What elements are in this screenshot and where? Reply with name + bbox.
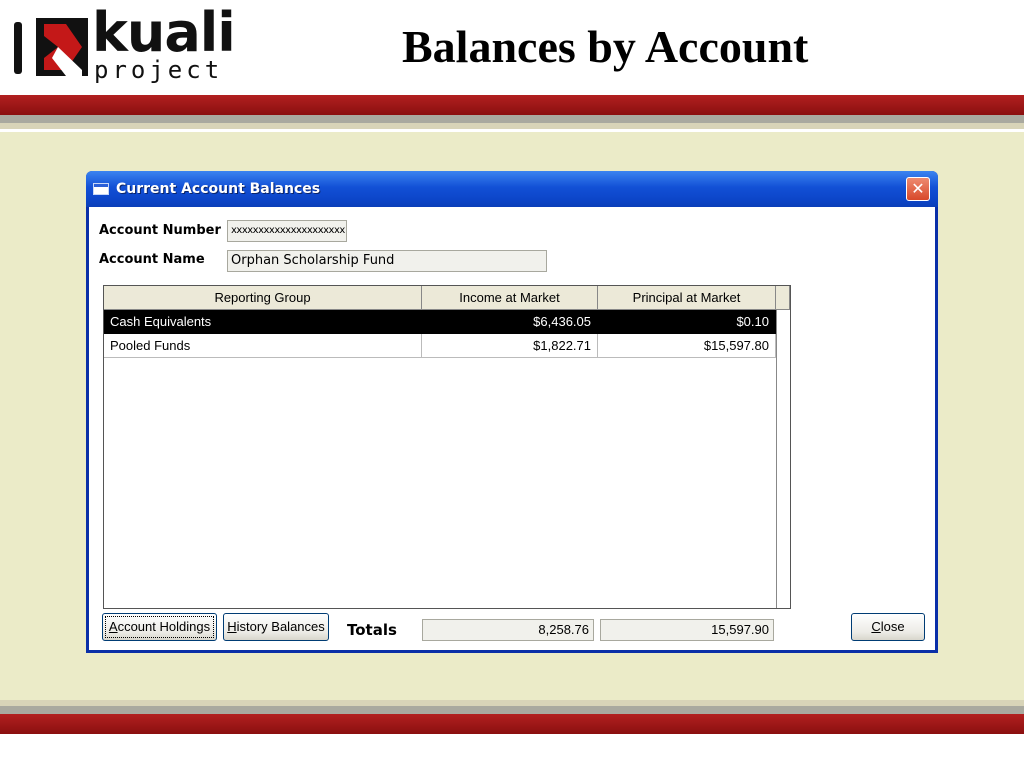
balances-grid: Reporting Group Income at Market Princip… <box>103 285 791 609</box>
account-number-label: Account Number <box>99 223 221 238</box>
history-balances-button[interactable]: History Balances <box>223 613 329 641</box>
close-icon[interactable]: ✕ <box>906 177 930 201</box>
account-balances-window: Current Account Balances ✕ Account Numbe… <box>86 171 938 653</box>
logo-bracket <box>14 22 22 74</box>
column-header-spacer <box>776 286 790 310</box>
column-header-reporting-group[interactable]: Reporting Group <box>104 286 422 310</box>
window-title: Current Account Balances <box>116 181 321 197</box>
history-balances-label: istory Balances <box>236 619 325 634</box>
cell-reporting-group: Pooled Funds <box>104 334 422 358</box>
window-icon <box>93 183 109 195</box>
logo-subtitle: project <box>94 56 224 84</box>
column-header-income[interactable]: Income at Market <box>422 286 598 310</box>
slide-title: Balances by Account <box>402 21 809 72</box>
totals-label: Totals <box>347 621 397 639</box>
kuali-logo: kuali project <box>12 6 262 84</box>
account-number-field[interactable]: xxxxxxxxxxxxxxxxxxxxx <box>227 220 347 242</box>
table-row[interactable]: Cash Equivalents $6,436.05 $0.10 <box>104 310 776 334</box>
top-gray-band <box>0 115 1024 123</box>
account-holdings-label: ccount Holdings <box>117 619 211 634</box>
cell-reporting-group: Cash Equivalents <box>104 310 422 334</box>
total-income-field: 8,258.76 <box>422 619 594 641</box>
table-row[interactable]: Pooled Funds $1,822.71 $15,597.80 <box>104 334 776 358</box>
cell-principal: $15,597.80 <box>598 334 776 358</box>
cell-income: $1,822.71 <box>422 334 598 358</box>
window-title-bar[interactable]: Current Account Balances ✕ <box>86 171 938 207</box>
logo-k-icon <box>36 18 88 76</box>
cell-principal: $0.10 <box>598 310 776 334</box>
cell-income: $6,436.05 <box>422 310 598 334</box>
logo-wordmark: kuali <box>92 1 236 64</box>
column-header-principal[interactable]: Principal at Market <box>598 286 776 310</box>
total-principal-field: 15,597.90 <box>600 619 774 641</box>
close-button-label: lose <box>880 619 905 634</box>
top-beige-band <box>0 123 1024 129</box>
account-name-field[interactable]: Orphan Scholarship Fund <box>227 250 547 272</box>
grid-scrollbar-track[interactable] <box>776 310 790 608</box>
account-holdings-button[interactable]: Account Holdings <box>102 613 217 641</box>
bottom-red-band <box>0 714 1024 734</box>
top-red-band <box>0 95 1024 115</box>
close-button[interactable]: Close <box>851 613 925 641</box>
window-client-area: Account Number xxxxxxxxxxxxxxxxxxxxx Acc… <box>89 207 935 650</box>
account-name-label: Account Name <box>99 252 205 267</box>
bottom-gray-band <box>0 706 1024 714</box>
